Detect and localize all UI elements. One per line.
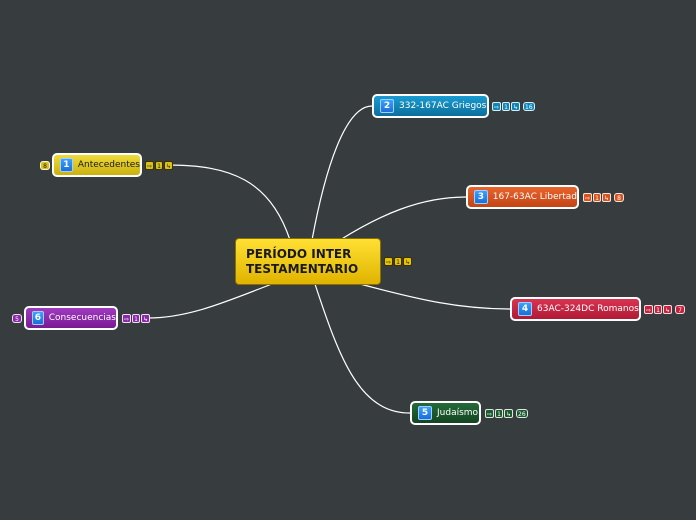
topic-number-5: 5 [418, 406, 432, 420]
topic-label-libertad: 167-63AC Libertad [492, 192, 577, 202]
central-topic[interactable]: PERÍODO INTER TESTAMENTARIO [235, 238, 381, 285]
topic-label-judaismo: Judaísmo [437, 408, 479, 418]
topic-number-4: 4 [518, 302, 532, 316]
connector-consecuencias [147, 283, 273, 319]
note-icon: ↳ [602, 193, 612, 202]
link-count-libertad: 1 [593, 193, 602, 202]
topic-griegos[interactable]: 2 332-167AC Griegos [372, 94, 489, 118]
topic-judaismo[interactable]: 5 Judaísmo [410, 401, 481, 425]
note-icon: ↳ [504, 409, 514, 418]
badge-libertad[interactable]: ⇨ 1 ↳ [583, 193, 612, 202]
link-icon: ⇨ [485, 409, 495, 418]
topic-label-romanos: 63AC-324DC Romanos [537, 304, 639, 314]
topic-number-3: 3 [474, 190, 488, 204]
topic-antecedentes[interactable]: 1 Antecedentes [52, 153, 142, 177]
note-icon: ↳ [141, 314, 151, 323]
badge-griegos[interactable]: ⇨ 1 ↳ [492, 102, 521, 111]
side-count-antecedentes[interactable]: 8 [40, 161, 50, 170]
side-count-consecuencias[interactable]: 5 [12, 314, 22, 323]
badge-antecedentes[interactable]: ⇨ 1 ↳ [145, 161, 174, 170]
badge-romanos[interactable]: ⇨ 1 ↳ [644, 305, 673, 314]
link-icon: ⇨ [492, 102, 502, 111]
central-link-count: 1 [394, 257, 403, 266]
topic-libertad[interactable]: 3 167-63AC Libertad [466, 185, 579, 209]
mind-map-canvas: PERÍODO INTER TESTAMENTARIO ⇨ 1 ↳ 8 1 An… [0, 0, 696, 520]
badge-consecuencias[interactable]: ⇨ 1 ↳ [122, 314, 151, 323]
connector-libertad [339, 196, 467, 241]
connector-antecedentes [167, 164, 291, 241]
link-icon: ⇨ [145, 161, 155, 170]
link-count-griegos: 1 [502, 102, 511, 111]
central-topic-line2: TESTAMENTARIO [246, 261, 359, 276]
topic-label-griegos: 332-167AC Griegos [399, 101, 487, 111]
connector-judaismo [314, 283, 411, 414]
link-icon: ⇨ [122, 314, 132, 323]
connector-romanos [359, 283, 511, 310]
link-count-judaismo: 1 [495, 409, 504, 418]
link-count-antecedentes: 1 [155, 161, 164, 170]
connector-griegos [311, 105, 373, 241]
badge-judaismo[interactable]: ⇨ 1 ↳ [485, 409, 514, 418]
side-count-griegos[interactable]: 16 [523, 102, 535, 111]
note-icon: ↳ [403, 257, 413, 266]
side-count-libertad[interactable]: 8 [614, 193, 624, 202]
link-icon: ⇨ [644, 305, 654, 314]
topic-consecuencias[interactable]: 6 Consecuencias [24, 306, 118, 330]
note-icon: ↳ [663, 305, 673, 314]
link-count-consecuencias: 1 [132, 314, 141, 323]
link-count-romanos: 1 [654, 305, 663, 314]
topic-label-consecuencias: Consecuencias [48, 313, 116, 323]
central-topic-line1: PERÍODO INTER [246, 246, 352, 261]
topic-label-antecedentes: Antecedentes [77, 160, 140, 170]
link-icon: ⇨ [583, 193, 593, 202]
note-icon: ↳ [511, 102, 521, 111]
topic-number-2: 2 [380, 99, 394, 113]
note-icon: ↳ [164, 161, 174, 170]
topic-romanos[interactable]: 4 63AC-324DC Romanos [510, 297, 641, 321]
link-icon: ⇨ [384, 257, 394, 266]
topic-number-6: 6 [32, 311, 44, 325]
side-count-romanos[interactable]: 7 [675, 305, 685, 314]
topic-number-1: 1 [60, 158, 73, 172]
central-badge[interactable]: ⇨ 1 ↳ [384, 257, 413, 266]
side-count-judaismo[interactable]: 26 [516, 409, 528, 418]
